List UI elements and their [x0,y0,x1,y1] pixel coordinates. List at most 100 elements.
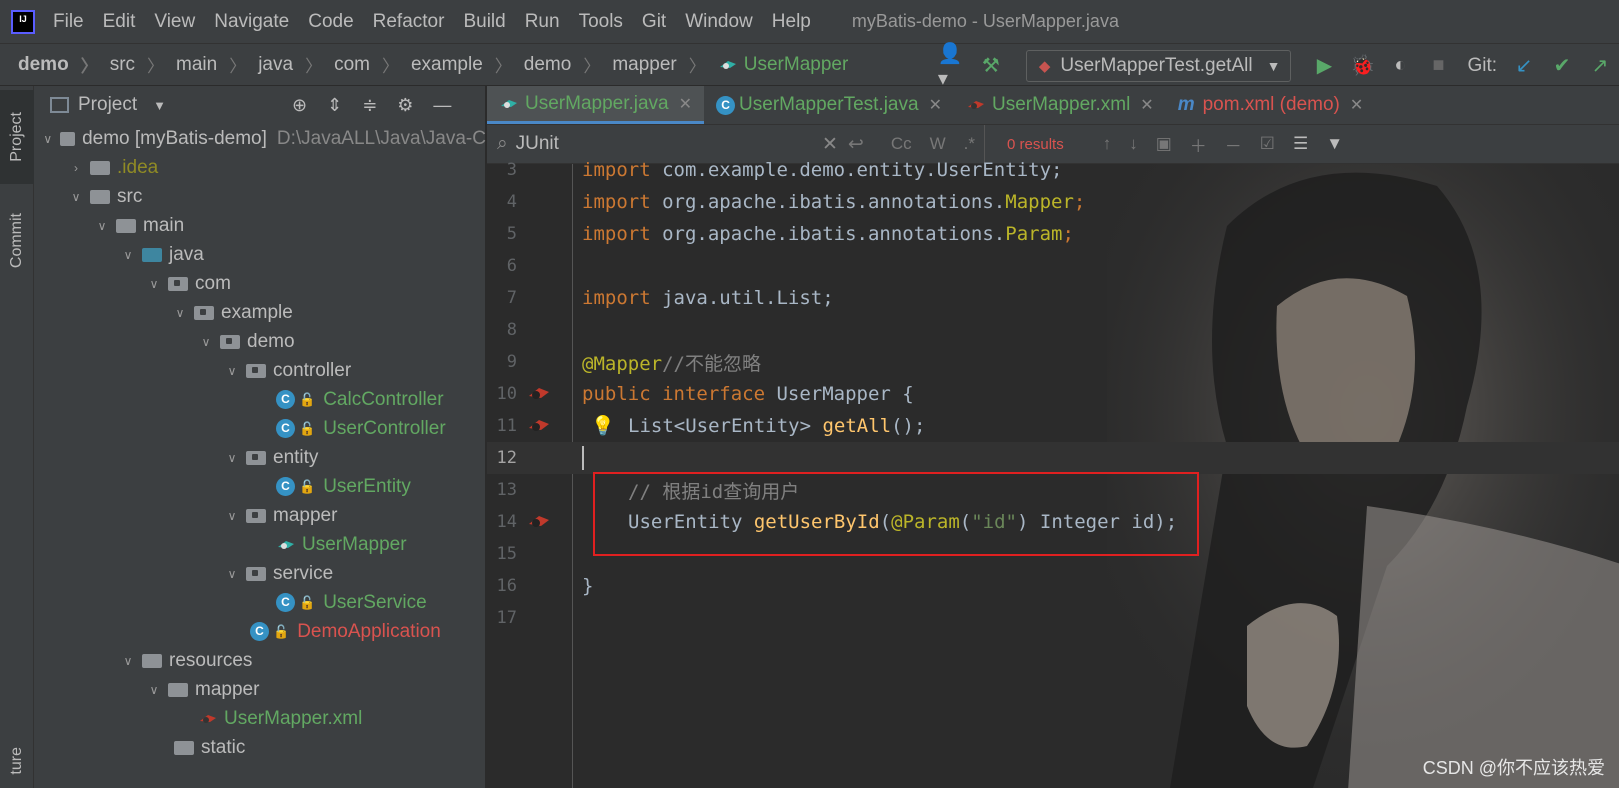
chevron-down-icon[interactable]: ∨ [118,654,138,668]
run-configuration-select[interactable]: ◆ UserMapperTest.getAll ▼ [1025,49,1292,82]
chevron-down-icon[interactable]: ∨ [144,683,164,697]
select-all-occurrences-icon[interactable]: ▣ [1156,134,1172,154]
expand-all-icon[interactable]: ⇕ [327,95,342,116]
run-icon[interactable]: ▶ [1309,51,1339,81]
debug-bug-icon[interactable]: 🐞 [1347,51,1377,81]
minimize-icon[interactable]: — [433,95,451,116]
select-all-icon[interactable]: ☑ [1260,134,1275,154]
arrow-down-icon[interactable]: ↓ [1129,134,1138,154]
breadcrumb-item[interactable]: com 〉 [334,52,411,77]
tree-item-userservice[interactable]: C 🔓 UserService [34,588,486,617]
match-case-toggle[interactable]: Cc [891,134,912,154]
tab-usermapper-xml[interactable]: UserMapper.xml ✕ [954,86,1166,124]
breadcrumb-item[interactable]: java 〉 [258,52,334,77]
breadcrumb-item[interactable]: UserMapper [718,54,848,76]
chevron-down-icon[interactable]: ∨ [66,190,86,204]
menu-view[interactable]: View [154,11,195,33]
menu-navigate[interactable]: Navigate [214,11,289,33]
tree-item-src[interactable]: ∨ src [34,182,486,211]
chevron-down-icon[interactable]: ∨ [92,219,112,233]
words-toggle[interactable]: W [930,134,946,154]
breadcrumb-item[interactable]: main 〉 [176,52,258,77]
chevron-down-icon[interactable]: ∨ [222,567,242,581]
coverage-icon[interactable]: ◐ [1385,51,1415,81]
tree-item-entity[interactable]: ∨ entity [34,443,486,472]
tab-pom-xml[interactable]: m pom.xml (demo) ✕ [1166,86,1376,124]
tab-usermapper-java[interactable]: UserMapper.java ✕ [487,86,705,124]
build-hammer-icon[interactable]: ⚒ [976,51,1006,81]
regex-toggle[interactable]: .* [964,134,975,154]
tree-item-service[interactable]: ∨ service [34,559,486,588]
chevron-down-icon[interactable]: ∨ [222,451,242,465]
commit-tool-tab[interactable]: Commit [0,196,34,286]
git-commit-check-icon[interactable]: ✔ [1547,51,1577,81]
chevron-down-icon[interactable]: ∨ [144,277,164,291]
breadcrumb-item[interactable]: demo 〉 [18,52,110,77]
breadcrumb-item[interactable]: mapper 〉 [612,52,717,77]
breadcrumb-item[interactable]: src 〉 [110,52,176,77]
menu-build[interactable]: Build [463,11,505,33]
tree-item-mapper-res[interactable]: ∨ mapper [34,675,486,704]
mybatis-navigate-icon[interactable] [527,513,551,531]
lightbulb-icon[interactable]: 💡 [591,414,615,438]
close-icon[interactable]: ✕ [929,95,942,115]
add-occurrence-icon[interactable]: ＋ [1190,132,1207,157]
locate-crosshair-icon[interactable]: ⊕ [292,95,307,116]
git-push-icon[interactable]: ↗ [1585,51,1615,81]
tree-item-usermapper-xml[interactable]: UserMapper.xml [34,704,486,733]
tree-item-usercontroller[interactable]: C 🔓 UserController [34,414,486,443]
tree-item-controller[interactable]: ∨ controller [34,356,486,385]
user-icon[interactable]: 👤▾ [938,43,968,90]
menu-refactor[interactable]: Refactor [373,11,445,33]
chevron-down-icon[interactable]: ∨ [170,306,190,320]
chevron-down-icon[interactable]: ∨ [118,248,138,262]
tree-item-mapper-pkg[interactable]: ∨ mapper [34,501,486,530]
menu-code[interactable]: Code [308,11,353,33]
tree-item-main[interactable]: ∨ main [34,211,486,240]
structure-tool-tab[interactable]: ture [0,734,34,788]
filter-icon[interactable]: ▼ [1326,134,1343,154]
chevron-down-icon[interactable]: ∨ [222,364,242,378]
filter-options-icon[interactable]: ☰ [1293,134,1308,154]
stop-icon[interactable]: ■ [1423,51,1453,81]
tree-item-demo-pkg[interactable]: ∨ demo [34,327,486,356]
chevron-down-icon[interactable]: ∨ [222,509,242,523]
chevron-right-icon[interactable]: › [66,161,86,175]
tree-item-demo-root[interactable]: ∨ demo [myBatis-demo] D:\JavaALL\Java\Ja… [34,124,486,153]
git-update-icon[interactable]: ↙ [1509,51,1539,81]
breadcrumb-item[interactable]: example 〉 [411,52,524,77]
arrow-up-icon[interactable]: ↑ [1103,134,1112,154]
tree-item-com[interactable]: ∨ com [34,269,486,298]
menu-edit[interactable]: Edit [103,11,136,33]
breadcrumb-item[interactable]: demo 〉 [524,52,613,77]
tree-item-calccontroller[interactable]: C 🔓 CalcController [34,385,486,414]
close-icon[interactable]: ✕ [679,94,692,114]
close-icon[interactable]: ✕ [1140,95,1153,115]
chevron-down-icon[interactable]: ∨ [40,132,56,146]
menu-window[interactable]: Window [685,11,753,33]
close-icon[interactable]: ✕ [1350,95,1363,115]
tab-usermappertest-java[interactable]: C UserMapperTest.java ✕ [704,86,954,124]
menu-tools[interactable]: Tools [579,11,623,33]
tree-item-idea[interactable]: › .idea [34,153,486,182]
tree-item-resources[interactable]: ∨ resources [34,646,486,675]
project-tool-tab[interactable]: Project [0,90,34,184]
tree-item-demoapplication[interactable]: C 🔓 DemoApplication [34,617,486,646]
gear-icon[interactable]: ⚙ [397,95,413,116]
tree-item-userentity[interactable]: C 🔓 UserEntity [34,472,486,501]
remove-occurrence-icon[interactable]: － [1225,132,1242,157]
collapse-all-icon[interactable]: ≑ [362,95,377,116]
project-panel-title[interactable]: Project [78,94,137,116]
tree-item-static[interactable]: static [34,733,486,762]
tree-item-java[interactable]: ∨ java [34,240,486,269]
chevron-down-icon[interactable]: ∨ [196,335,216,349]
menu-file[interactable]: File [53,11,84,33]
tree-item-example[interactable]: ∨ example [34,298,486,327]
new-line-icon[interactable]: ↩ [848,133,864,156]
mybatis-navigate-icon[interactable] [527,385,551,403]
mybatis-navigate-icon[interactable] [527,417,551,435]
clear-icon[interactable]: ✕ [822,133,838,156]
chevron-down-icon[interactable]: ▼ [153,98,166,113]
tree-item-usermapper[interactable]: UserMapper [34,530,486,559]
menu-help[interactable]: Help [772,11,811,33]
